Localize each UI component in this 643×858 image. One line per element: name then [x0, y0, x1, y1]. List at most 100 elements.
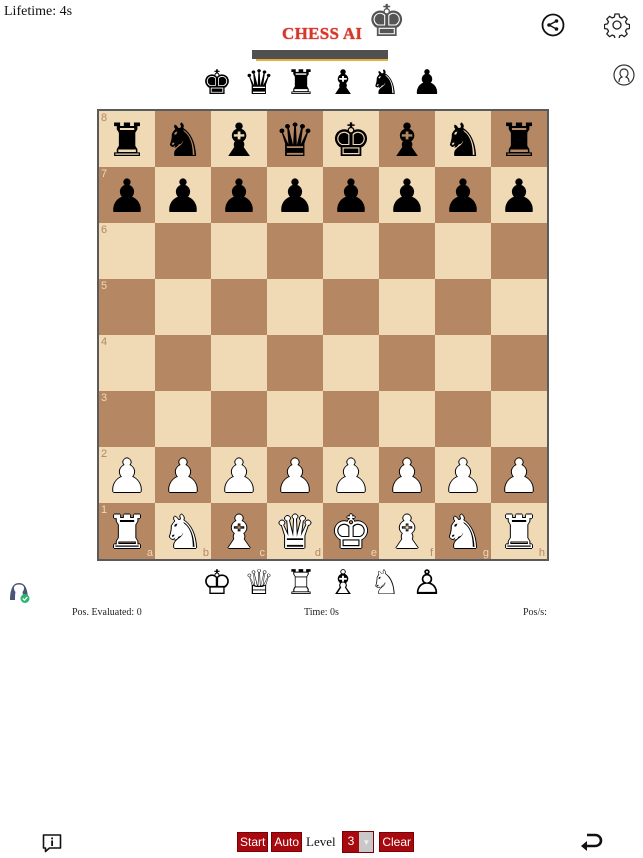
white-bishop-icon[interactable]: ♝: [218, 509, 259, 555]
black-pawn-icon[interactable]: ♟: [274, 173, 315, 219]
square-e8[interactable]: ♚: [323, 111, 379, 167]
square-h6[interactable]: [491, 223, 547, 279]
square-c7[interactable]: ♟: [211, 167, 267, 223]
square-h2[interactable]: ♟: [491, 447, 547, 503]
black-knight-icon[interactable]: ♞: [442, 117, 483, 163]
square-c3[interactable]: [211, 391, 267, 447]
undo-button[interactable]: [578, 830, 606, 854]
square-e3[interactable]: [323, 391, 379, 447]
square-h5[interactable]: [491, 279, 547, 335]
square-h4[interactable]: [491, 335, 547, 391]
square-c8[interactable]: ♝: [211, 111, 267, 167]
square-g8[interactable]: ♞: [435, 111, 491, 167]
black-bishop-icon[interactable]: ♝: [386, 117, 427, 163]
square-d6[interactable]: [267, 223, 323, 279]
black-pawn-icon[interactable]: ♟: [498, 173, 539, 219]
square-f8[interactable]: ♝: [379, 111, 435, 167]
square-f4[interactable]: [379, 335, 435, 391]
square-c4[interactable]: [211, 335, 267, 391]
info-button[interactable]: [40, 831, 64, 855]
square-e6[interactable]: [323, 223, 379, 279]
white-pawn-icon[interactable]: ♟: [106, 453, 147, 499]
black-king-icon[interactable]: ♚: [330, 117, 371, 163]
square-g2[interactable]: ♟: [435, 447, 491, 503]
white-pawn-icon[interactable]: ♟: [274, 453, 315, 499]
black-pawn-icon[interactable]: ♟: [386, 173, 427, 219]
clear-button[interactable]: Clear: [379, 832, 414, 852]
square-b2[interactable]: ♟: [155, 447, 211, 503]
square-f5[interactable]: [379, 279, 435, 335]
white-pawn-icon[interactable]: ♟: [162, 453, 203, 499]
white-knight-icon[interactable]: ♞: [162, 509, 203, 555]
square-g4[interactable]: [435, 335, 491, 391]
white-pawn-icon[interactable]: ♟: [330, 453, 371, 499]
square-a5[interactable]: 5: [99, 279, 155, 335]
white-pawn-icon[interactable]: ♟: [218, 453, 259, 499]
white-queen-icon[interactable]: ♛: [274, 509, 315, 555]
square-c1[interactable]: c ♝: [211, 503, 267, 559]
square-d4[interactable]: [267, 335, 323, 391]
square-e5[interactable]: [323, 279, 379, 335]
square-b4[interactable]: [155, 335, 211, 391]
square-g7[interactable]: ♟: [435, 167, 491, 223]
square-a6[interactable]: 6: [99, 223, 155, 279]
level-select[interactable]: 3 ▼: [341, 831, 375, 853]
square-a8[interactable]: 8 ♜: [99, 111, 155, 167]
auto-button[interactable]: Auto: [271, 832, 303, 852]
square-d7[interactable]: ♟: [267, 167, 323, 223]
chess-board[interactable]: 8 ♜ ♞ ♝ ♛ ♚ ♝ ♞ ♜ 7 ♟ ♟ ♟ ♟ ♟ ♟ ♟ ♟ 6 5 4 3 2 ♟ ♟ ♟ ♟ ♟ ♟ ♟ ♟ 1 a ♜ b ♞ c ♝ d ♛…: [97, 109, 549, 561]
settings-button[interactable]: [603, 11, 631, 39]
square-c6[interactable]: [211, 223, 267, 279]
square-a7[interactable]: 7 ♟: [99, 167, 155, 223]
square-c5[interactable]: [211, 279, 267, 335]
start-button[interactable]: Start: [237, 832, 269, 852]
square-a3[interactable]: 3: [99, 391, 155, 447]
player-avatar[interactable]: [8, 580, 30, 604]
black-pawn-icon[interactable]: ♟: [442, 173, 483, 219]
black-queen-icon[interactable]: ♛: [274, 117, 315, 163]
square-e4[interactable]: [323, 335, 379, 391]
square-h8[interactable]: ♜: [491, 111, 547, 167]
account-button[interactable]: [612, 63, 636, 87]
square-a1[interactable]: 1 a ♜: [99, 503, 155, 559]
square-d2[interactable]: ♟: [267, 447, 323, 503]
square-g6[interactable]: [435, 223, 491, 279]
square-a2[interactable]: 2 ♟: [99, 447, 155, 503]
square-e7[interactable]: ♟: [323, 167, 379, 223]
white-rook-icon[interactable]: ♜: [106, 509, 147, 555]
white-pawn-icon[interactable]: ♟: [498, 453, 539, 499]
white-pawn-icon[interactable]: ♟: [442, 453, 483, 499]
square-b6[interactable]: [155, 223, 211, 279]
square-d1[interactable]: d ♛: [267, 503, 323, 559]
square-b3[interactable]: [155, 391, 211, 447]
square-c2[interactable]: ♟: [211, 447, 267, 503]
black-rook-icon[interactable]: ♜: [106, 117, 147, 163]
square-g1[interactable]: g ♞: [435, 503, 491, 559]
black-pawn-icon[interactable]: ♟: [106, 173, 147, 219]
square-h3[interactable]: [491, 391, 547, 447]
square-d5[interactable]: [267, 279, 323, 335]
square-f3[interactable]: [379, 391, 435, 447]
square-a4[interactable]: 4: [99, 335, 155, 391]
black-pawn-icon[interactable]: ♟: [218, 173, 259, 219]
black-pawn-icon[interactable]: ♟: [162, 173, 203, 219]
square-b5[interactable]: [155, 279, 211, 335]
black-knight-icon[interactable]: ♞: [162, 117, 203, 163]
square-g3[interactable]: [435, 391, 491, 447]
square-b1[interactable]: b ♞: [155, 503, 211, 559]
white-pawn-icon[interactable]: ♟: [386, 453, 427, 499]
white-rook-icon[interactable]: ♜: [498, 509, 539, 555]
square-f1[interactable]: f ♝: [379, 503, 435, 559]
white-knight-icon[interactable]: ♞: [442, 509, 483, 555]
square-h1[interactable]: h ♜: [491, 503, 547, 559]
square-e1[interactable]: e ♚: [323, 503, 379, 559]
square-f2[interactable]: ♟: [379, 447, 435, 503]
black-rook-icon[interactable]: ♜: [498, 117, 539, 163]
square-e2[interactable]: ♟: [323, 447, 379, 503]
share-button[interactable]: [540, 12, 566, 38]
square-h7[interactable]: ♟: [491, 167, 547, 223]
white-bishop-icon[interactable]: ♝: [386, 509, 427, 555]
square-d8[interactable]: ♛: [267, 111, 323, 167]
square-f6[interactable]: [379, 223, 435, 279]
square-b7[interactable]: ♟: [155, 167, 211, 223]
